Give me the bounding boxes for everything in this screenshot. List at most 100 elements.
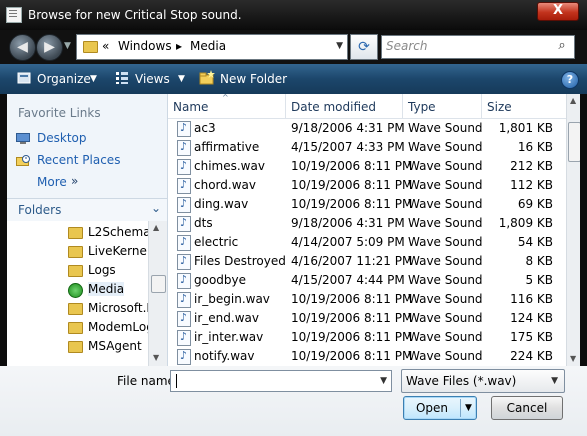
file-row[interactable]: ir_begin.wav 10/19/2006 8:11 PMWave Sound… — [168, 290, 566, 309]
file-row[interactable]: goodbye 4/15/2007 4:44 PMWave Sound 5 KB — [168, 271, 566, 290]
file-name: ding.wav — [194, 197, 249, 211]
column-header-label: Size — [487, 100, 512, 114]
refresh-button[interactable]: ⟳ — [350, 34, 378, 60]
scroll-up-icon[interactable]: ▲ — [153, 223, 159, 232]
address-bar[interactable]: « Windows ▸ Media ▼ — [76, 34, 348, 60]
search-icon[interactable]: ⌕ — [553, 38, 571, 54]
address-overflow[interactable]: « — [102, 39, 109, 53]
file-size: 69 KB — [517, 197, 553, 211]
chevron-down-icon[interactable]: ▼ — [551, 376, 558, 386]
tree-item-msagent[interactable]: MSAgent — [68, 337, 148, 356]
scroll-down-icon[interactable]: ▼ — [570, 354, 576, 363]
scroll-up-icon[interactable]: ▲ — [570, 96, 576, 105]
tree-item-label: ModemLogs — [88, 320, 148, 334]
folder-tree-scrollbar[interactable]: ▲ ▼ — [148, 221, 167, 366]
address-row: ◀ ▶ ▼ « Windows ▸ Media ▼ ⟳ Search ⌕ — [0, 30, 587, 64]
recent-pages-dropdown-icon[interactable]: ▼ — [64, 41, 71, 51]
folder-icon — [68, 341, 83, 353]
file-size: 5 KB — [525, 273, 553, 287]
views-button[interactable]: Views — [135, 72, 170, 86]
file-date-modified: 10/19/2006 8:11 PM — [291, 311, 413, 325]
file-date-modified: 9/18/2006 4:31 PM — [291, 121, 405, 135]
column-header-date-modified[interactable]: Date modified — [286, 94, 403, 119]
file-name: chimes.wav — [194, 159, 265, 173]
scroll-down-icon[interactable]: ▼ — [153, 353, 159, 362]
file-type: Wave Sound — [408, 178, 483, 192]
dialog-icon — [6, 7, 22, 23]
more-chevron-icon[interactable]: » — [71, 174, 78, 188]
views-dropdown-icon[interactable]: ▼ — [178, 74, 185, 84]
open-button[interactable]: Open ▼ — [403, 396, 477, 420]
cancel-button[interactable]: Cancel — [491, 396, 563, 420]
file-date-modified: 4/15/2007 4:33 PM — [291, 140, 405, 154]
back-button[interactable]: ◀ — [9, 34, 36, 61]
file-type: Wave Sound — [408, 235, 483, 249]
organize-dropdown-icon[interactable]: ▼ — [90, 74, 97, 84]
file-type: Wave Sound — [408, 254, 483, 268]
tree-item-l2schemas[interactable]: L2Schemas — [68, 223, 148, 242]
file-row[interactable]: chord.wav 10/19/2006 8:11 PMWave Sound 112… — [168, 176, 566, 195]
folders-header[interactable]: Folders ⌄ — [7, 198, 167, 222]
tree-item-microsoft-net[interactable]: Microsoft.NET — [68, 299, 148, 318]
breadcrumb-windows[interactable]: Windows — [118, 39, 172, 53]
column-header-type[interactable]: Type — [403, 94, 482, 119]
favorite-link-recent-places[interactable]: Recent Places — [37, 153, 120, 167]
toolbar: Organize ▼ Views ▼ New Folder ? — [0, 64, 587, 94]
organize-button[interactable]: Organize — [37, 72, 91, 86]
help-icon[interactable]: ? — [561, 71, 579, 89]
address-dropdown-icon[interactable]: ▼ — [336, 41, 343, 51]
tree-item-media[interactable]: Media — [68, 280, 148, 299]
breadcrumb-separator[interactable]: ▸ — [176, 39, 182, 53]
views-icon — [116, 72, 128, 84]
column-header-size[interactable]: Size — [482, 94, 567, 119]
close-button[interactable]: X — [537, 2, 579, 21]
tree-item-label: LiveKernelReports — [88, 244, 148, 258]
open-dropdown-icon[interactable]: ▼ — [465, 397, 472, 419]
column-header-label: Date modified — [291, 100, 377, 114]
tree-item-logs[interactable]: Logs — [68, 261, 148, 280]
file-name: goodbye — [194, 273, 247, 287]
split-divider — [460, 399, 461, 417]
file-row[interactable]: ir_inter.wav 10/19/2006 8:11 PMWave Sound… — [168, 328, 566, 347]
favorite-link-desktop[interactable]: Desktop — [37, 131, 87, 145]
file-row[interactable]: electric 4/14/2007 5:09 PMWave Sound 54 KB — [168, 233, 566, 252]
file-row[interactable]: Files Destroyed 4/16/2007 11:21 PMWave So… — [168, 252, 566, 271]
file-row[interactable]: ding.wav 10/19/2006 8:11 PMWave Sound 69 K… — [168, 195, 566, 214]
file-list-scrollbar[interactable]: ▲ ▼ — [566, 94, 580, 366]
breadcrumb-media[interactable]: Media — [190, 39, 226, 53]
chevron-down-icon[interactable]: ⌄ — [151, 201, 161, 215]
folder-icon — [83, 41, 98, 53]
file-size: 112 KB — [510, 178, 553, 192]
file-row[interactable]: dts 9/18/2006 4:31 PMWave Sound 1,809 KB — [168, 214, 566, 233]
file-name-field[interactable]: ▼ — [170, 370, 392, 392]
new-folder-button[interactable]: New Folder — [220, 72, 287, 86]
file-type: Wave Sound — [408, 292, 483, 306]
forward-button[interactable]: ▶ — [36, 34, 63, 61]
desktop-icon — [16, 133, 30, 144]
file-type: Wave Sound — [408, 140, 483, 154]
tree-item-modemlogs[interactable]: ModemLogs — [68, 318, 148, 337]
file-date-modified: 10/19/2006 8:11 PM — [291, 349, 413, 363]
file-row[interactable]: chimes.wav 10/19/2006 8:11 PMWave Sound 21… — [168, 157, 566, 176]
file-type-select[interactable]: Wave Files (*.wav) ▼ — [401, 369, 565, 393]
recent-places-icon — [16, 155, 30, 166]
favorite-links-heading: Favorite Links — [18, 106, 101, 120]
file-size: 224 KB — [510, 349, 553, 363]
window-title: Browse for new Critical Stop sound. — [28, 8, 242, 22]
tree-item-livekernelreports[interactable]: LiveKernelReports — [68, 242, 148, 261]
file-row[interactable]: ac3 9/18/2006 4:31 PMWave Sound 1,801 KB — [168, 119, 566, 138]
search-input[interactable]: Search ⌕ — [381, 35, 575, 59]
file-name: Files Destroyed — [194, 254, 286, 268]
file-row[interactable]: ir_end.wav 10/19/2006 8:11 PMWave Sound 12… — [168, 309, 566, 328]
file-row[interactable]: notify.wav 10/19/2006 8:11 PMWave Sound 22… — [168, 347, 566, 366]
file-size: 8 KB — [525, 254, 553, 268]
file-row[interactable]: affirmative 4/15/2007 4:33 PMWave Sound 16… — [168, 138, 566, 157]
scrollbar-thumb[interactable] — [568, 122, 580, 162]
file-name-dropdown-icon[interactable]: ▼ — [380, 376, 387, 386]
column-header-name[interactable]: ^ Name — [168, 94, 286, 119]
file-name: ir_inter.wav — [194, 330, 264, 344]
file-type: Wave Sound — [408, 349, 483, 363]
scrollbar-thumb[interactable] — [151, 275, 166, 293]
favorite-link-more[interactable]: More — [37, 175, 67, 189]
file-name: chord.wav — [194, 178, 256, 192]
